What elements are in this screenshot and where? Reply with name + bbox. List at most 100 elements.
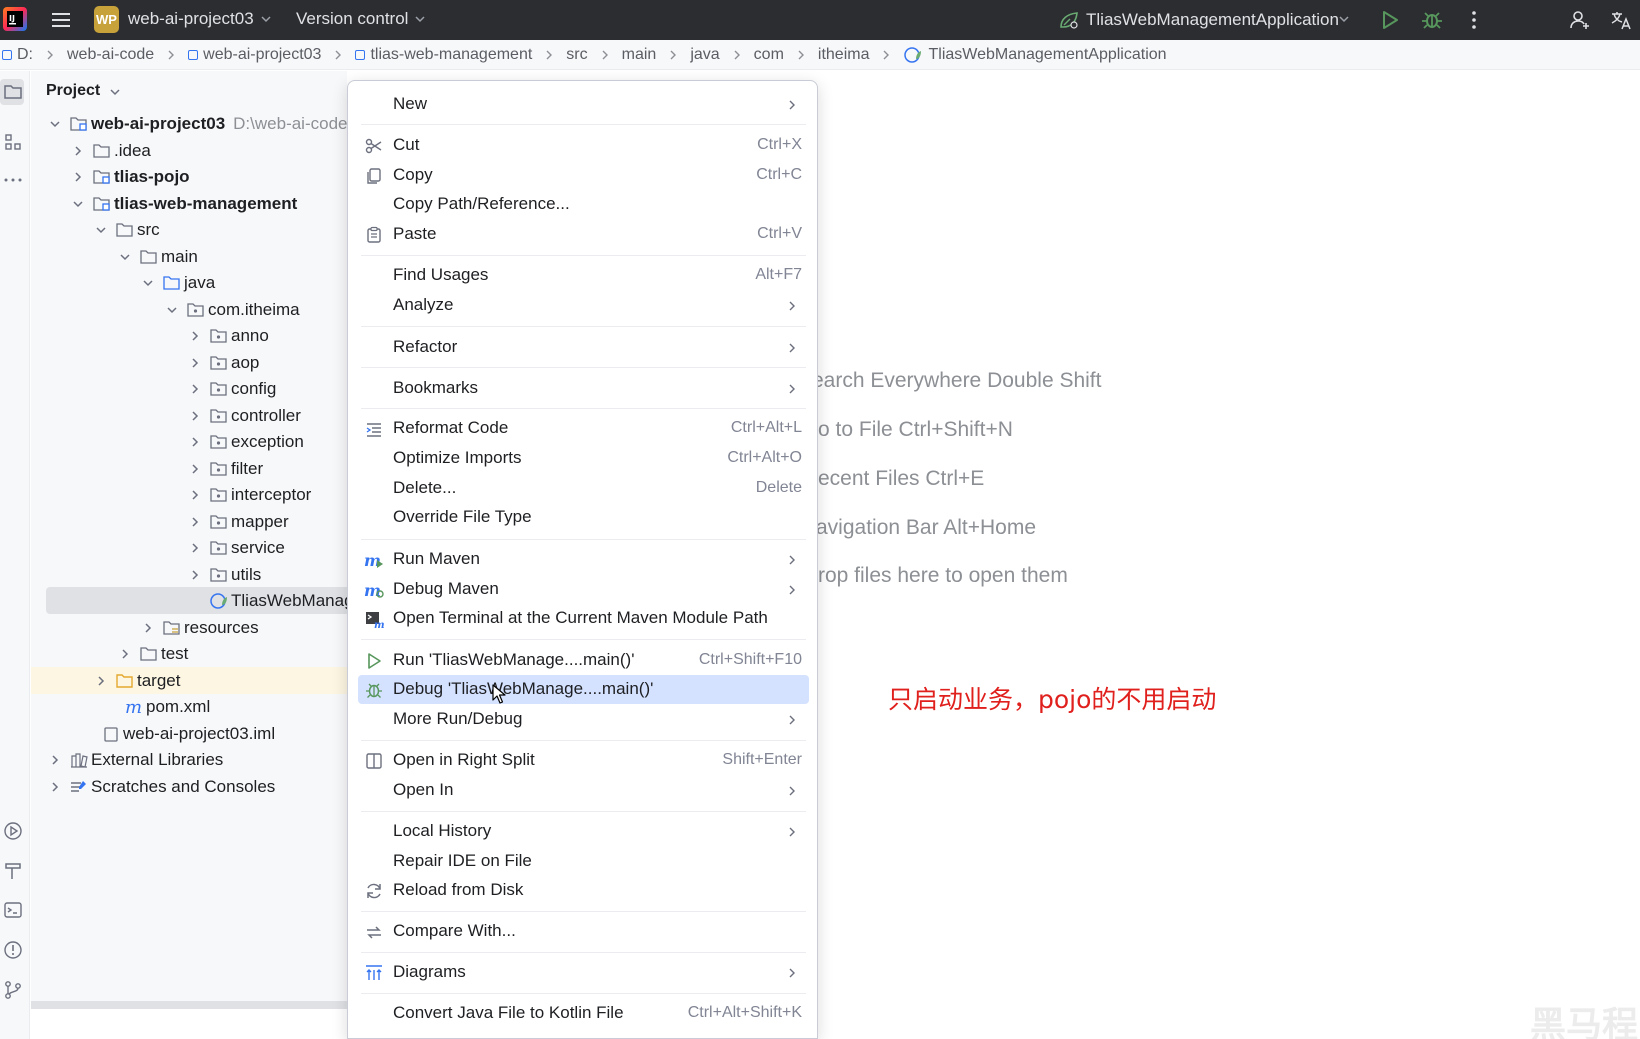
tree-item-package[interactable]: interceptor bbox=[31, 481, 347, 508]
tree-item-package[interactable]: mapper bbox=[31, 508, 347, 535]
chevron-right-icon[interactable] bbox=[189, 463, 201, 475]
menu-item-paste[interactable]: Paste Ctrl+V bbox=[358, 220, 809, 249]
menu-item-run-maven[interactable]: m Run Maven bbox=[358, 545, 809, 574]
tree-item-tlias-web-management[interactable]: tlias-web-management bbox=[31, 190, 347, 217]
chevron-right-icon[interactable] bbox=[189, 383, 201, 395]
menu-item-cut[interactable]: Cut Ctrl+X bbox=[358, 131, 809, 160]
menu-item-run-main[interactable]: Run 'TliasWebManage....main()' Ctrl+Shif… bbox=[358, 646, 809, 675]
tree-item-target[interactable]: target bbox=[31, 667, 347, 694]
chevron-right-icon[interactable] bbox=[49, 781, 61, 793]
menu-item-reload-from-disk[interactable]: Reload from Disk bbox=[358, 876, 809, 905]
more-actions-icon[interactable] bbox=[1462, 8, 1486, 32]
chevron-right-icon[interactable] bbox=[72, 145, 84, 157]
breadcrumb-item[interactable]: D: bbox=[2, 46, 33, 64]
menu-item-copy[interactable]: Copy Ctrl+C bbox=[358, 161, 809, 190]
menu-item-copy-path[interactable]: Copy Path/Reference... bbox=[358, 190, 809, 219]
build-tool-icon[interactable] bbox=[2, 860, 24, 882]
project-panel-title[interactable]: Project bbox=[46, 82, 100, 100]
debug-icon[interactable] bbox=[1420, 8, 1444, 32]
tree-item-package[interactable]: exception bbox=[31, 428, 347, 455]
tree-item-idea[interactable]: .idea bbox=[31, 137, 347, 164]
project-badge[interactable]: WP bbox=[94, 6, 119, 33]
chevron-down-icon[interactable] bbox=[166, 304, 178, 316]
breadcrumb-item[interactable]: com bbox=[754, 46, 784, 64]
breadcrumb-item[interactable]: java bbox=[690, 46, 719, 64]
chevron-right-icon[interactable] bbox=[189, 330, 201, 342]
tree-item-com-itheima[interactable]: com.itheima bbox=[31, 296, 347, 323]
chevron-down-icon[interactable] bbox=[413, 12, 427, 26]
tree-item-package[interactable]: controller bbox=[31, 402, 347, 429]
menu-item-reformat-code[interactable]: Reformat Code Ctrl+Alt+L bbox=[358, 414, 809, 443]
git-tool-icon[interactable] bbox=[2, 979, 24, 1001]
menu-item-diagrams[interactable]: Diagrams bbox=[358, 958, 809, 987]
chevron-right-icon[interactable] bbox=[189, 489, 201, 501]
menu-item-override-file-type[interactable]: Override File Type bbox=[358, 503, 809, 532]
tree-item-tlias-pojo[interactable]: tlias-pojo bbox=[31, 163, 347, 190]
breadcrumb-item[interactable]: web-ai-project03 bbox=[188, 46, 321, 64]
tree-item-java[interactable]: java bbox=[31, 269, 347, 296]
menu-item-more-run-debug[interactable]: More Run/Debug bbox=[358, 705, 809, 734]
tree-item-iml[interactable]: web-ai-project03.iml bbox=[31, 720, 347, 747]
run-configuration-selector[interactable]: TliasWebManagementApplication bbox=[1086, 10, 1339, 30]
chevron-right-icon[interactable] bbox=[189, 410, 201, 422]
menu-item-optimize-imports[interactable]: Optimize Imports Ctrl+Alt+O bbox=[358, 444, 809, 473]
structure-tool-icon[interactable] bbox=[2, 131, 24, 153]
chevron-right-icon[interactable] bbox=[119, 648, 131, 660]
chevron-right-icon[interactable] bbox=[189, 542, 201, 554]
chevron-down-icon[interactable] bbox=[95, 224, 107, 236]
menu-item-convert-to-kotlin[interactable]: Convert Java File to Kotlin File Ctrl+Al… bbox=[358, 999, 809, 1028]
tree-item-package[interactable]: utils bbox=[31, 561, 347, 588]
services-tool-icon[interactable] bbox=[2, 820, 24, 842]
tree-item-application-class[interactable]: TliasWebManagementApplication bbox=[46, 587, 347, 614]
menu-item-analyze[interactable]: Analyze bbox=[358, 291, 809, 320]
chevron-right-icon[interactable] bbox=[49, 754, 61, 766]
menu-item-new[interactable]: New bbox=[358, 90, 809, 119]
project-tool-icon[interactable] bbox=[2, 81, 24, 103]
tree-item-main[interactable]: main bbox=[31, 243, 347, 270]
tree-item-package[interactable]: filter bbox=[31, 455, 347, 482]
chevron-down-icon[interactable] bbox=[142, 277, 154, 289]
menu-item-refactor[interactable]: Refactor bbox=[358, 333, 809, 362]
terminal-tool-icon[interactable] bbox=[2, 899, 24, 921]
horizontal-scrollbar[interactable] bbox=[31, 1001, 347, 1009]
project-switcher[interactable]: web-ai-project03 bbox=[128, 9, 254, 29]
tree-item-package[interactable]: anno bbox=[31, 322, 347, 349]
menu-item-compare-with[interactable]: Compare With... bbox=[358, 917, 809, 946]
breadcrumb-item[interactable]: TliasWebManagementApplication bbox=[903, 46, 1167, 64]
menu-item-debug-main[interactable]: Debug 'TliasWebManage....main()' bbox=[358, 675, 809, 704]
tree-item-test[interactable]: test bbox=[31, 640, 347, 667]
tree-item-resources[interactable]: resources bbox=[31, 614, 347, 641]
main-menu-icon[interactable] bbox=[50, 9, 72, 31]
breadcrumb-item[interactable]: main bbox=[622, 46, 657, 64]
chevron-down-icon[interactable] bbox=[1337, 12, 1351, 26]
chevron-right-icon[interactable] bbox=[142, 622, 154, 634]
tree-item-package[interactable]: aop bbox=[31, 349, 347, 376]
chevron-down-icon[interactable] bbox=[109, 86, 121, 98]
breadcrumb-item[interactable]: web-ai-code bbox=[67, 46, 154, 64]
breadcrumb-item[interactable]: tlias-web-management bbox=[355, 46, 532, 64]
chevron-right-icon[interactable] bbox=[72, 171, 84, 183]
chevron-right-icon[interactable] bbox=[189, 436, 201, 448]
run-icon[interactable] bbox=[1378, 8, 1402, 32]
chevron-down-icon[interactable] bbox=[72, 198, 84, 210]
menu-item-repair-ide[interactable]: Repair IDE on File bbox=[358, 847, 809, 876]
tree-item-package[interactable]: service bbox=[31, 534, 347, 561]
menu-item-debug-maven[interactable]: m Debug Maven bbox=[358, 575, 809, 604]
menu-item-open-right-split[interactable]: Open in Right Split Shift+Enter bbox=[358, 746, 809, 775]
version-control-menu[interactable]: Version control bbox=[296, 9, 408, 29]
menu-item-local-history[interactable]: Local History bbox=[358, 817, 809, 846]
chevron-down-icon[interactable] bbox=[259, 12, 273, 26]
menu-item-delete[interactable]: Delete... Delete bbox=[358, 474, 809, 503]
breadcrumb-item[interactable]: itheima bbox=[818, 46, 870, 64]
tree-item-src[interactable]: src bbox=[31, 216, 347, 243]
chevron-down-icon[interactable] bbox=[49, 118, 61, 130]
menu-item-open-in[interactable]: Open In bbox=[358, 776, 809, 805]
tree-item-external-libraries[interactable]: External Libraries bbox=[31, 746, 347, 773]
breadcrumb-item[interactable]: src bbox=[566, 46, 587, 64]
tree-item-root[interactable]: web-ai-project03 D:\web-ai-code bbox=[31, 110, 347, 137]
menu-item-open-terminal-maven[interactable]: m Open Terminal at the Current Maven Mod… bbox=[358, 604, 809, 633]
chevron-right-icon[interactable] bbox=[189, 357, 201, 369]
more-tools-icon[interactable] bbox=[2, 169, 24, 191]
translate-icon[interactable] bbox=[1609, 8, 1633, 32]
menu-item-find-usages[interactable]: Find Usages Alt+F7 bbox=[358, 261, 809, 290]
